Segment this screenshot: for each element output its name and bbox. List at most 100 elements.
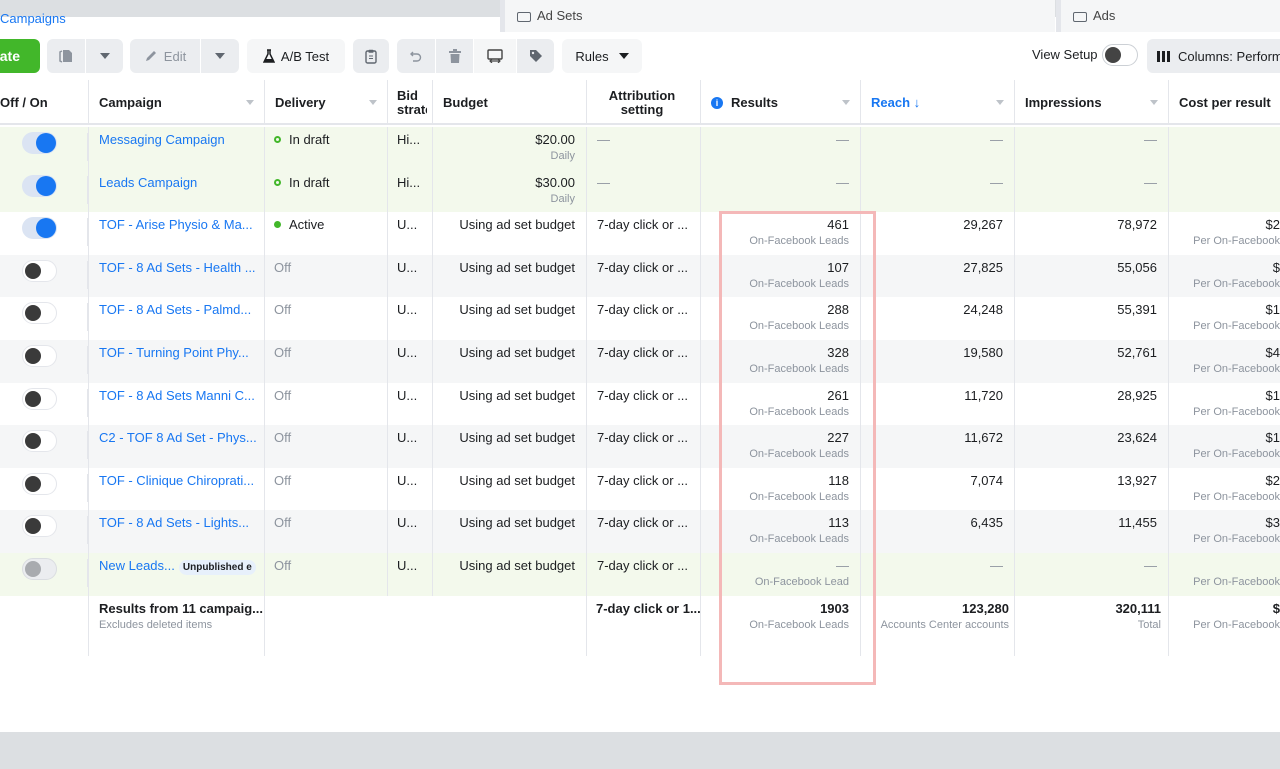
header-campaign[interactable]: Campaign <box>88 80 264 125</box>
duplicate-dropdown[interactable] <box>86 39 123 73</box>
status-dot-icon <box>274 178 281 186</box>
cell-budget: Using ad set budget <box>432 468 586 511</box>
campaign-name-link[interactable]: C2 - TOF 8 Ad Set - Phys... <box>99 430 257 445</box>
total-results: 1903 On-Facebook Leads <box>700 596 860 639</box>
edit-button[interactable]: Edit <box>130 39 200 73</box>
tab-ad-sets[interactable]: Ad Sets <box>500 0 1055 32</box>
campaign-toggle[interactable] <box>22 302 57 325</box>
create-button[interactable]: Create <box>0 39 40 73</box>
delivery-status: Off <box>274 472 292 488</box>
tag-button[interactable] <box>517 39 554 73</box>
header-impressions[interactable]: Impressions <box>1014 80 1168 125</box>
info-icon[interactable]: i <box>711 96 723 109</box>
header-budget[interactable]: Budget <box>432 80 586 125</box>
reach-value: — <box>990 558 1003 573</box>
results-value: — <box>836 174 849 190</box>
sort-caret-icon[interactable] <box>842 100 850 105</box>
sort-caret-icon[interactable] <box>996 100 1004 105</box>
table-row[interactable]: TOF - 8 Ad Sets - Health ... Off U... Using… <box>0 254 1280 298</box>
columns-button[interactable]: Columns: Performance <box>1147 39 1280 73</box>
bid-strategy-value: U... <box>397 430 418 446</box>
campaign-toggle[interactable] <box>22 259 57 282</box>
cost-per-result-value <box>1168 558 1280 573</box>
preview-swap-icon <box>487 49 503 63</box>
duplicate-button[interactable] <box>47 39 85 73</box>
campaign-toggle[interactable] <box>22 174 57 197</box>
sort-caret-icon[interactable] <box>246 100 254 105</box>
impressions-value: — <box>1144 132 1157 147</box>
view-setup-toggle[interactable] <box>1102 44 1138 66</box>
header-attribution[interactable]: Attribution setting <box>586 80 700 125</box>
campaign-toggle[interactable] <box>22 132 57 154</box>
sort-caret-icon[interactable] <box>1150 100 1158 105</box>
campaign-name-link[interactable]: TOF - Turning Point Phy... <box>99 345 249 360</box>
cell-impressions: — <box>1014 553 1168 596</box>
table-row[interactable]: TOF - 8 Ad Sets Manni C... Off U... Using a… <box>0 382 1280 426</box>
cell-budget: Using ad set budget <box>432 212 586 255</box>
campaign-toggle[interactable] <box>22 387 57 410</box>
header-delivery[interactable]: Delivery <box>264 80 387 125</box>
cell-cost-per-result: $1 Per On-Facebook <box>1168 425 1280 468</box>
cost-per-result-type: Per On-Facebook <box>1193 405 1280 418</box>
campaign-toggle[interactable] <box>22 217 57 240</box>
campaign-toggle[interactable] <box>22 472 57 495</box>
header-cost-per-result[interactable]: Cost per result <box>1168 80 1280 125</box>
attribution-value: — <box>597 174 610 190</box>
cell-delivery: Active <box>264 212 387 255</box>
table-row[interactable]: TOF - Clinique Chiroprati... Off U... Using… <box>0 467 1280 511</box>
table-row[interactable]: Leads Campaign In draft Hi... $30.00 Daily — —… <box>0 169 1280 213</box>
header-reach[interactable]: Reach ↓ <box>860 80 1014 125</box>
campaign-name-link[interactable]: Messaging Campaign <box>99 132 225 147</box>
preview-button[interactable] <box>474 39 516 73</box>
table-row[interactable]: New Leads... Unpublished e Off U... Using ad… <box>0 553 1280 596</box>
ads-manager-page: Campaigns Ad Sets Ads Create Edit A/B Te… <box>0 0 1280 732</box>
cell-campaign: TOF - 8 Ad Sets Manni C... <box>88 383 264 426</box>
campaign-name-link[interactable]: TOF - 8 Ad Sets Manni C... <box>99 388 255 403</box>
campaign-name-link[interactable]: TOF - Clinique Chiroprati... <box>99 473 254 488</box>
table-row[interactable]: TOF - 8 Ad Sets - Lights... Off U... Using … <box>0 510 1280 554</box>
ab-test-button[interactable]: A/B Test <box>247 39 345 73</box>
campaign-name-link[interactable]: TOF - 8 Ad Sets - Lights... <box>99 515 249 530</box>
total-impressions-type: Total <box>1137 618 1161 631</box>
bid-strategy-value: U... <box>397 302 418 318</box>
table-row[interactable]: C2 - TOF 8 Ad Set - Phys... Off U... Using … <box>0 425 1280 469</box>
table-row[interactable]: TOF - 8 Ad Sets - Palmd... Off U... Using a… <box>0 297 1280 341</box>
toggle-knob <box>25 433 41 450</box>
campaign-toggle[interactable] <box>22 515 57 538</box>
edit-dropdown[interactable] <box>201 39 239 73</box>
header-label: Attribution setting <box>608 87 676 117</box>
cell-delivery: Off <box>264 510 387 553</box>
rules-button[interactable]: Rules <box>562 39 642 73</box>
results-type: On-Facebook Leads <box>749 405 849 418</box>
header-results[interactable]: i Results <box>700 80 860 125</box>
campaign-name-link[interactable]: Leads Campaign <box>99 175 197 190</box>
table-row[interactable]: TOF - Turning Point Phy... Off U... Using a… <box>0 340 1280 383</box>
delete-button[interactable] <box>436 39 473 73</box>
breadcrumb[interactable]: Campaigns <box>0 11 66 26</box>
total-cost-per-result: $ Per On-Facebook <box>1168 596 1280 639</box>
header-bid-strategy[interactable]: Bid strategy <box>387 80 432 125</box>
undo-button[interactable] <box>397 39 435 73</box>
campaign-name-link[interactable]: TOF - 8 Ad Sets - Palmd... <box>99 302 251 317</box>
campaign-name-link[interactable]: TOF - 8 Ad Sets - Health ... <box>99 260 256 275</box>
toggle-knob <box>36 175 56 196</box>
campaign-toggle[interactable] <box>22 558 57 580</box>
sort-caret-icon[interactable] <box>369 100 377 105</box>
cell-toggle <box>0 297 88 340</box>
table-row[interactable]: Messaging Campaign In draft Hi... $20.00 Dai… <box>0 127 1280 170</box>
cell-campaign: C2 - TOF 8 Ad Set - Phys... <box>88 425 264 468</box>
campaign-toggle[interactable] <box>22 345 57 367</box>
campaign-toggle[interactable] <box>22 430 57 453</box>
cell-cost-per-result: Per On-Facebook <box>1168 553 1280 596</box>
cell-delivery: Off <box>264 383 387 426</box>
cell-impressions: — <box>1014 170 1168 213</box>
cost-per-result-value: $2 <box>1265 217 1280 233</box>
tab-ads[interactable]: Ads <box>1056 0 1280 32</box>
table-row[interactable]: TOF - Arise Physio & Ma... Active U... Usin… <box>0 212 1280 256</box>
column-divider <box>700 127 701 656</box>
campaign-name-link[interactable]: TOF - Arise Physio & Ma... <box>99 217 253 232</box>
campaign-name-link[interactable]: New Leads... <box>99 558 175 573</box>
columns-icon <box>1157 50 1170 62</box>
budget-period: Daily <box>550 192 575 205</box>
clipboard-button[interactable] <box>353 39 389 73</box>
